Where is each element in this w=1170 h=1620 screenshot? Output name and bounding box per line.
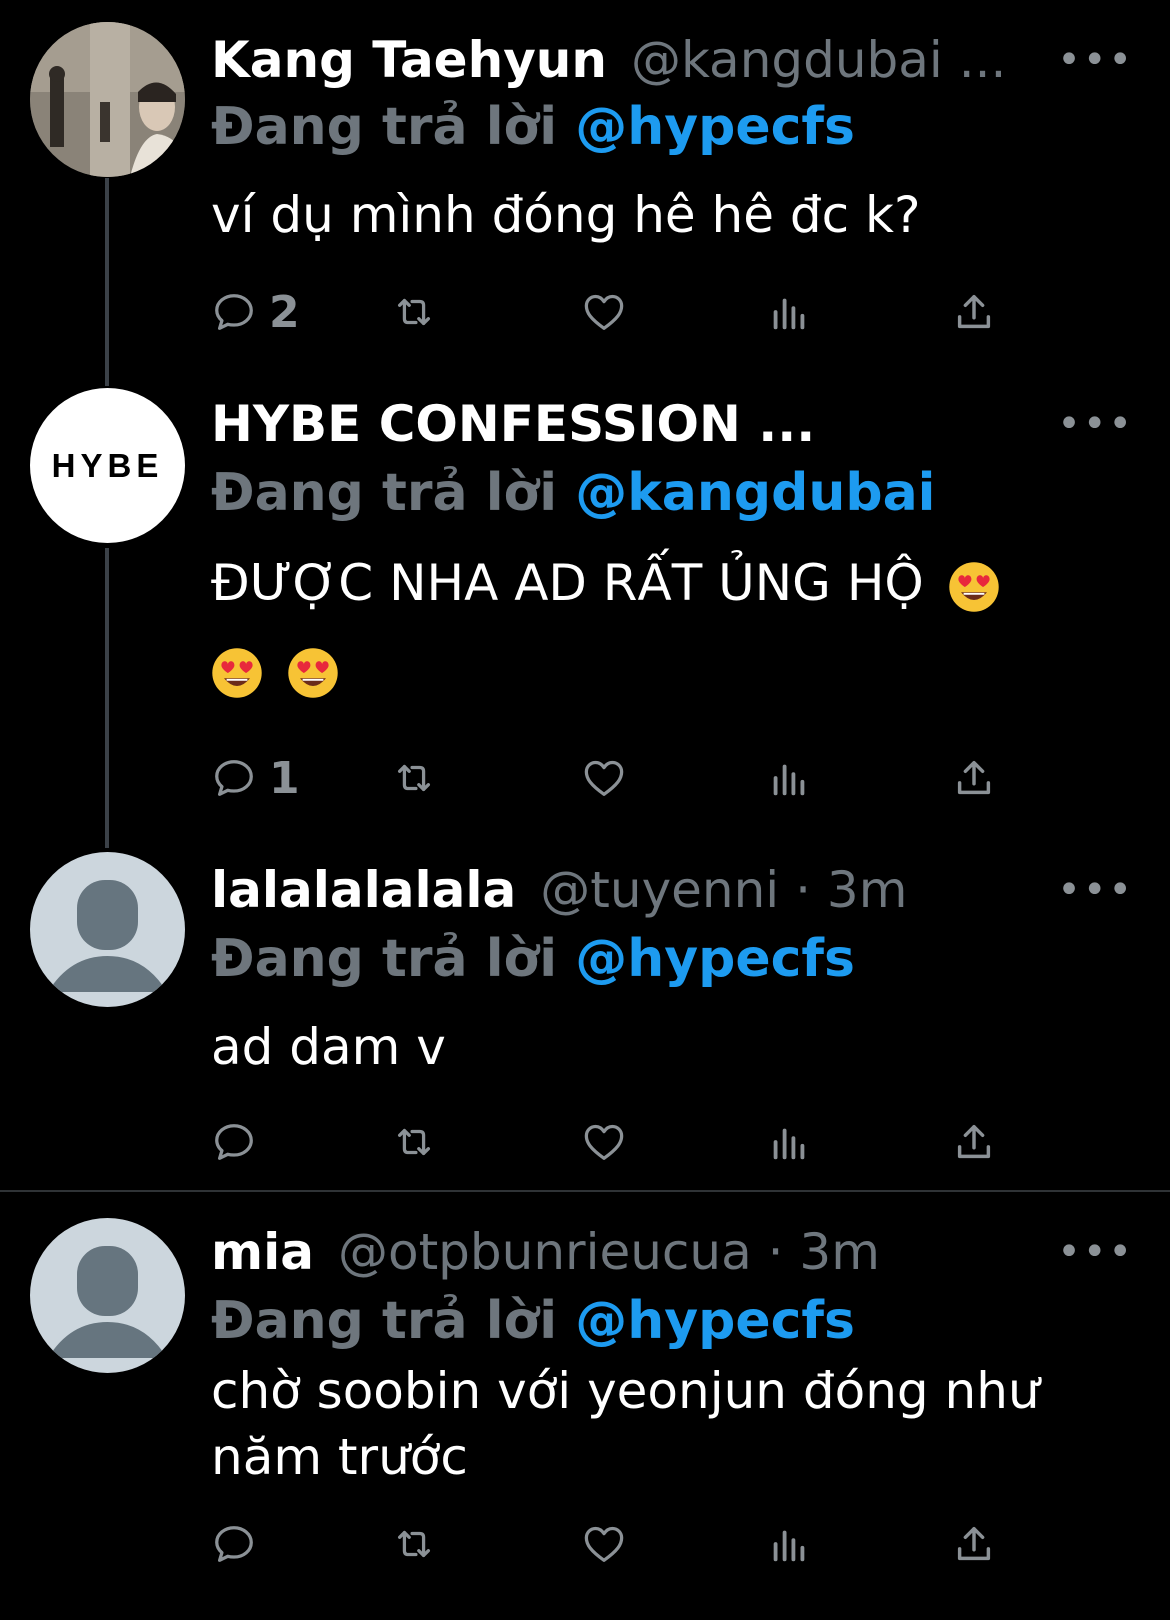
retweet-icon	[397, 298, 431, 326]
action-bar: 2	[211, 282, 1041, 342]
replying-to: Đang trả lời @hypecfs	[211, 1286, 855, 1356]
tweet-text-content: ĐƯỢC NHA AD RẤT ỦNG HỘ	[211, 554, 924, 612]
tweet[interactable]: Kang Taehyun @kangdubai ... ••• Đang trả …	[0, 0, 1170, 380]
heart-eyes-emoji-icon	[948, 561, 999, 612]
reply-icon	[215, 1526, 253, 1562]
like-button[interactable]	[581, 748, 627, 808]
replying-to: Đang trả lời @kangdubai	[211, 458, 935, 528]
reply-icon	[215, 760, 253, 796]
replying-prefix: Đang trả lời	[211, 1291, 558, 1351]
replying-to: Đang trả lời @hypecfs	[211, 92, 855, 162]
avatar[interactable]	[30, 22, 185, 177]
share-button[interactable]	[951, 1514, 997, 1574]
replying-to-link[interactable]: @hypecfs	[575, 1291, 855, 1351]
handle[interactable]: @otpbunrieucua · 3m	[338, 1223, 880, 1281]
tweet-text: chờ soobin với yeonjun đóng như năm trướ…	[211, 1362, 1040, 1486]
retweet-button[interactable]	[391, 282, 437, 342]
tweet-header: Kang Taehyun @kangdubai ...	[211, 20, 1140, 100]
action-bar	[211, 1514, 1041, 1574]
more-options-icon[interactable]: •••	[1057, 850, 1134, 930]
more-options-icon[interactable]: •••	[1057, 384, 1134, 464]
replying-prefix: Đang trả lời	[211, 97, 558, 157]
tweet[interactable]: mia @otpbunrieucua · 3m ••• Đang trả lời …	[0, 1192, 1170, 1620]
replying-to-link[interactable]: @kangdubai	[575, 463, 935, 523]
heart-icon	[584, 294, 624, 330]
tweet[interactable]: lalalalalala @tuyenni · 3m ••• Đang trả l…	[0, 850, 1170, 1190]
reply-count: 2	[269, 286, 300, 338]
reply-button[interactable]: 1	[211, 748, 300, 808]
tweet-header: HYBE CONFESSION ...	[211, 384, 1140, 464]
retweet-button[interactable]	[391, 1112, 437, 1172]
replying-to: Đang trả lời @hypecfs	[211, 924, 855, 994]
analytics-button[interactable]	[766, 282, 812, 342]
share-icon	[957, 760, 991, 795]
heart-icon	[584, 1526, 624, 1562]
tweet-header: lalalalalala @tuyenni · 3m	[211, 850, 1140, 930]
handle[interactable]: @tuyenni · 3m	[540, 861, 907, 919]
share-button[interactable]	[951, 1112, 997, 1172]
more-options-icon[interactable]: •••	[1057, 1212, 1134, 1292]
avatar-logo: HYBE	[51, 446, 164, 484]
tweet-text: ĐƯỢC NHA AD RẤT ỦNG HỘ	[211, 540, 1130, 712]
retweet-button[interactable]	[391, 748, 437, 808]
reply-icon	[215, 1124, 253, 1160]
share-icon	[957, 1526, 991, 1561]
reply-button[interactable]	[211, 1514, 269, 1574]
analytics-icon	[773, 764, 805, 796]
reply-count: 1	[269, 752, 300, 804]
reply-icon	[215, 294, 253, 330]
analytics-icon	[773, 1530, 805, 1562]
replying-to-link[interactable]: @hypecfs	[575, 929, 855, 989]
analytics-button[interactable]	[766, 1514, 812, 1574]
like-button[interactable]	[581, 1514, 627, 1574]
heart-eyes-emoji-icon	[288, 647, 338, 698]
heart-eyes-emoji-icon	[212, 647, 262, 698]
display-name[interactable]: Kang Taehyun	[211, 31, 607, 89]
analytics-icon	[773, 298, 805, 330]
like-button[interactable]	[581, 1112, 627, 1172]
replying-to-link[interactable]: @hypecfs	[575, 97, 855, 157]
heart-icon	[584, 1124, 624, 1160]
display-name[interactable]: lalalalalala	[211, 861, 516, 919]
like-button[interactable]	[581, 282, 627, 342]
retweet-icon	[397, 1128, 431, 1156]
reply-button[interactable]	[211, 1112, 269, 1172]
default-avatar-icon	[48, 880, 167, 992]
tweet-text: ví dụ mình đóng hê hê đc k?	[211, 186, 921, 244]
analytics-icon	[773, 1128, 805, 1160]
display-name[interactable]: mia	[211, 1223, 314, 1281]
tweet[interactable]: HYBE HYBE CONFESSION ... ••• Đang trả lờ…	[0, 380, 1170, 850]
analytics-button[interactable]	[766, 1112, 812, 1172]
retweet-icon	[397, 1530, 431, 1558]
default-avatar-icon	[48, 1246, 167, 1358]
share-button[interactable]	[951, 748, 997, 808]
share-icon	[957, 294, 991, 329]
display-name[interactable]: HYBE CONFESSION ...	[211, 395, 815, 453]
action-bar	[211, 1112, 1041, 1172]
retweet-button[interactable]	[391, 1514, 437, 1574]
reply-button[interactable]: 2	[211, 282, 300, 342]
share-button[interactable]	[951, 282, 997, 342]
replying-prefix: Đang trả lời	[211, 929, 558, 989]
share-icon	[957, 1124, 991, 1159]
tweet-text: ad dam v	[211, 1018, 446, 1076]
retweet-icon	[397, 764, 431, 792]
avatar[interactable]	[30, 852, 185, 1007]
analytics-button[interactable]	[766, 748, 812, 808]
avatar[interactable]: HYBE	[30, 388, 185, 543]
handle[interactable]: @kangdubai ...	[631, 31, 1006, 89]
more-options-icon[interactable]: •••	[1057, 20, 1134, 100]
action-bar: 1	[211, 748, 1041, 808]
avatar[interactable]	[30, 1218, 185, 1373]
tweet-header: mia @otpbunrieucua · 3m	[211, 1212, 1140, 1292]
replying-prefix: Đang trả lời	[211, 463, 558, 523]
heart-icon	[584, 760, 624, 796]
